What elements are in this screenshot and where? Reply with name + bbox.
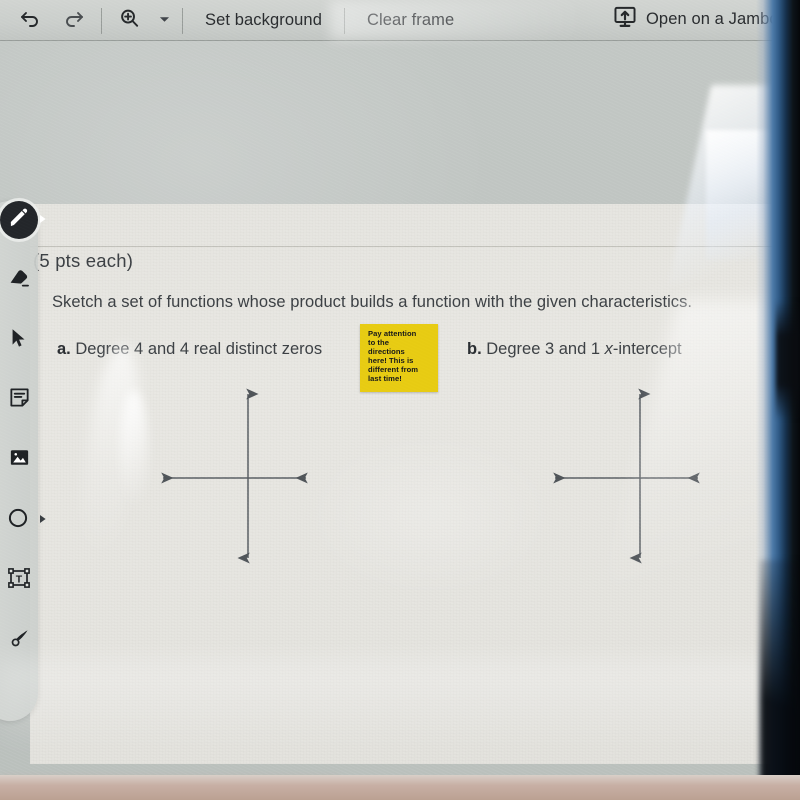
set-background-label: Set background (205, 11, 322, 29)
prompt-text: Sketch a set of functions whose product … (52, 293, 693, 311)
toolbar-divider-1 (101, 7, 102, 34)
eraser-icon (7, 266, 31, 295)
set-background-button[interactable]: Set background (188, 4, 339, 38)
toolbar-divider-3 (343, 7, 345, 34)
screen-bottom-edge (0, 775, 800, 800)
item-a-text: a. Degree 4 and 4 real distinct zeros (57, 340, 322, 359)
clear-frame-label: Clear frame (366, 11, 455, 29)
cursor-arrow-icon (8, 327, 30, 354)
shape-options-caret-icon[interactable] (39, 511, 47, 529)
shape-tool[interactable] (0, 501, 46, 539)
item-a-body: Degree 4 and 4 real distinct zeros (75, 340, 323, 358)
zoom-in-icon (118, 7, 141, 35)
chevron-down-icon (159, 12, 170, 30)
axes-diagram-b (540, 382, 710, 572)
open-on-device-icon (612, 4, 638, 35)
sticky-note-text: Pay attention to the directions here! Th… (368, 329, 419, 384)
item-b-marker: b. (467, 340, 482, 358)
undo-button[interactable] (8, 4, 52, 38)
eraser-tool[interactable] (0, 261, 38, 299)
pen-tool[interactable] (0, 201, 46, 239)
select-tool[interactable] (0, 321, 38, 359)
svg-text:T: T (16, 573, 23, 585)
pen-icon (8, 207, 30, 234)
item-b-variable: x (604, 340, 613, 358)
points-note: (5 pts each) (33, 250, 134, 271)
item-b-text: b. Degree 3 and 1 x-intercept (467, 340, 682, 359)
zoom-options-button[interactable] (151, 4, 177, 38)
screen-photo: Set background Clear frame Open on a Jam… (0, 0, 800, 800)
worksheet-background-image: (5 pts each) Sketch a set of functions w… (30, 204, 800, 764)
screen-right-edge-shadow (776, 300, 800, 420)
text-box-tool[interactable]: T (0, 561, 38, 599)
laser-pointer-icon (7, 626, 31, 655)
laser-pointer-tool[interactable] (0, 621, 38, 659)
axes-diagram-a (148, 382, 318, 572)
sticky-note-tool[interactable] (0, 381, 38, 419)
sticky-note[interactable]: Pay attention to the directions here! Th… (360, 324, 438, 392)
item-b-body-pre: Degree 3 and 1 (486, 340, 605, 358)
redo-button[interactable] (52, 4, 96, 38)
zoom-in-button[interactable] (107, 4, 151, 38)
circle-shape-icon (7, 506, 31, 535)
text-box-icon: T (7, 566, 31, 595)
toolbar-divider-2 (182, 7, 183, 34)
tool-rail: T (0, 201, 46, 721)
sticky-note-icon (8, 386, 31, 414)
toolbar: Set background Clear frame Open on a Jam… (0, 0, 800, 41)
image-tool[interactable] (0, 441, 38, 479)
item-b-body-post: -intercept (612, 340, 682, 358)
undo-icon (18, 6, 42, 35)
redo-icon (62, 6, 86, 35)
clear-frame-button[interactable]: Clear frame (350, 4, 471, 38)
pen-options-caret-icon[interactable] (39, 211, 47, 229)
screen-right-edge-dark (760, 560, 800, 800)
item-a-marker: a. (57, 340, 71, 358)
image-icon (8, 446, 31, 474)
page-rule (30, 246, 800, 247)
jam-canvas[interactable]: (5 pts each) Sketch a set of functions w… (0, 41, 800, 800)
